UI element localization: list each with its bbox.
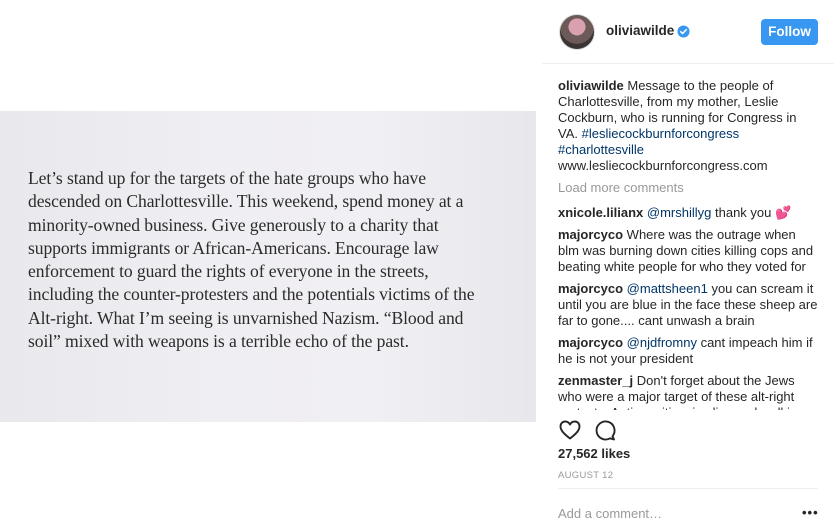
post-photo[interactable]: Let’s stand up for the targets of the ha…	[0, 111, 536, 422]
post-header: oliviawilde Follow	[542, 0, 834, 64]
divider	[558, 488, 818, 489]
follow-button[interactable]: Follow	[761, 19, 818, 45]
photo-text-line: soil” mixed with weapons is a terrible e…	[28, 331, 409, 352]
comment-username[interactable]: majorcyco	[558, 335, 623, 350]
photo-text-line: supports immigrants or African-Americans…	[28, 237, 439, 258]
post-sidebar: oliviawilde Follow oliviawilde Message t…	[542, 0, 834, 524]
list-item: xnicole.lilianx @mrshillyg thank you 💕	[558, 205, 820, 221]
comment-mention[interactable]: @mrshillyg	[647, 205, 711, 220]
comments-list: oliviawilde Message to the people of Cha…	[558, 78, 820, 410]
photo-text-line: including the counter-protesters and the…	[28, 284, 475, 305]
photo-text-line: Let’s stand up for the targets of the ha…	[28, 168, 426, 188]
list-item: zenmaster_j Don't forget about the Jews …	[558, 373, 820, 410]
comment-username[interactable]: xnicole.lilianx	[558, 205, 643, 220]
list-item: majorcyco @mattsheen1 you can scream it …	[558, 281, 820, 329]
list-item: majorcyco Where was the outrage when blm…	[558, 227, 820, 275]
comment-username[interactable]: majorcyco	[558, 281, 623, 296]
add-comment-input[interactable]: Add a comment…	[558, 506, 662, 521]
post-actions	[558, 418, 818, 444]
avatar[interactable]	[559, 14, 595, 50]
post-media-area: Let’s stand up for the targets of the ha…	[0, 0, 542, 524]
photo-text-line: descended on Charlottesville. This weeke…	[28, 191, 464, 212]
verified-badge-icon	[677, 25, 690, 38]
more-options-icon[interactable]: •••	[802, 505, 819, 520]
comment-icon[interactable]	[593, 418, 617, 442]
caption-username[interactable]: oliviawilde	[558, 78, 624, 93]
photo-text-line: minority-owned business. Give generously…	[28, 214, 439, 235]
caption: oliviawilde Message to the people of Cha…	[558, 78, 820, 174]
hashtag-link[interactable]: #charlottesville	[558, 142, 644, 157]
photo-text-line: enforcement to guard the rights of every…	[28, 261, 429, 282]
post-date[interactable]: AUGUST 12	[558, 470, 613, 481]
comment-text: thank you 💕	[715, 205, 792, 220]
photo-text: Let’s stand up for the targets of the ha…	[28, 167, 533, 353]
caption-link: www.lesliecockburnforcongress.com	[558, 158, 768, 173]
heart-icon[interactable]	[558, 418, 582, 442]
likes-count[interactable]: 27,562 likes	[558, 446, 630, 461]
hashtag-link[interactable]: #lesliecockburnforcongress	[582, 126, 740, 141]
photo-text-line: Alt-right. What I’m seeing is unvarnishe…	[28, 307, 464, 328]
comment-username[interactable]: zenmaster_j	[558, 373, 633, 388]
load-more-comments-link[interactable]: Load more comments	[558, 180, 820, 196]
comment-mention[interactable]: @njdfromny	[627, 335, 697, 350]
comment-mention[interactable]: @mattsheen1	[627, 281, 708, 296]
comment-username[interactable]: majorcyco	[558, 227, 623, 242]
list-item: majorcyco @njdfromny cant impeach him if…	[558, 335, 820, 367]
header-username[interactable]: oliviawilde	[606, 23, 674, 38]
